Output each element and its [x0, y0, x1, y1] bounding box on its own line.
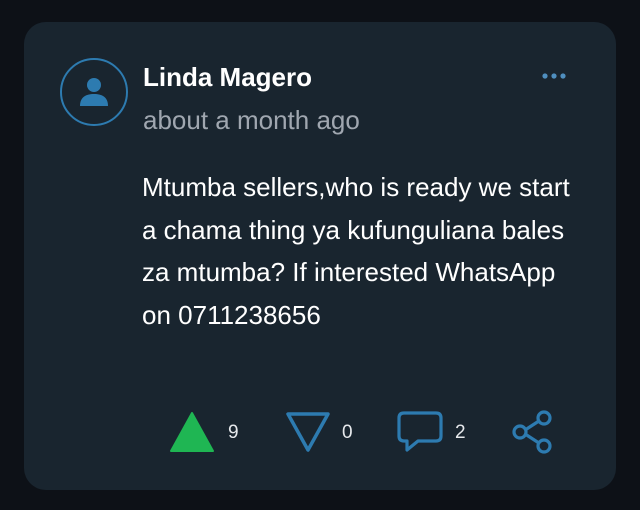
user-icon	[80, 78, 108, 106]
downvote-button[interactable]	[284, 410, 332, 454]
share-icon	[512, 410, 552, 454]
share-button[interactable]	[508, 408, 556, 456]
post-timestamp: about a month ago	[143, 105, 360, 135]
downvote-count: 0	[342, 422, 353, 443]
triangle-down-outline-icon	[286, 412, 330, 452]
upvote-count: 9	[228, 422, 239, 443]
avatar[interactable]	[60, 58, 128, 126]
more-horizontal-icon	[542, 73, 566, 79]
more-options-button[interactable]	[534, 62, 574, 90]
upvote-button[interactable]	[168, 410, 216, 454]
triangle-up-filled-icon	[170, 412, 214, 452]
author-name[interactable]: Linda Magero	[143, 62, 312, 92]
post-card: Linda Magero about a month ago Mtumba se…	[24, 22, 616, 490]
comment-button[interactable]	[396, 410, 444, 454]
comment-bubble-icon	[397, 411, 443, 452]
post-body: Mtumba sellers,who is ready we start a c…	[142, 172, 570, 330]
comment-count: 2	[455, 422, 466, 443]
